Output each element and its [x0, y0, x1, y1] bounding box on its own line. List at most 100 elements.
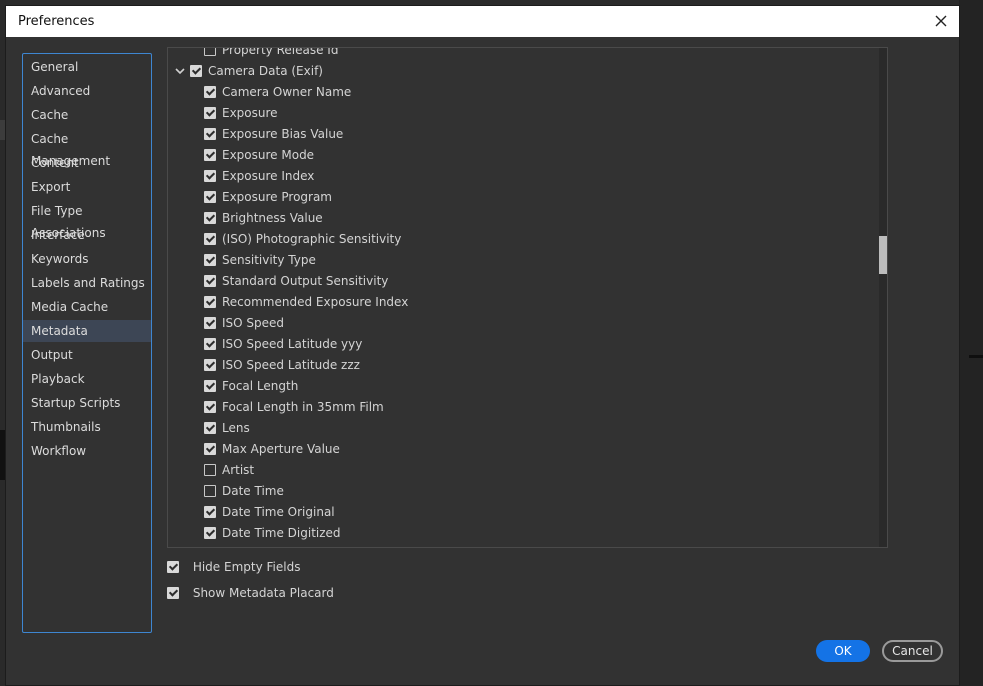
field-date-time-label: Date Time: [222, 484, 284, 498]
sidebar-item-thumbnails[interactable]: Thumbnails: [23, 416, 151, 438]
preferences-category-list: General Advanced Cache Cache Management Cont…: [22, 53, 152, 633]
field-date-time-original-label: Date Time Original: [222, 505, 335, 519]
scrollbar-track[interactable]: [879, 48, 887, 547]
field-exposure-mode[interactable]: Exposure Mode: [204, 145, 314, 166]
field-brightness-value[interactable]: Brightness Value: [204, 208, 323, 229]
hide-empty-fields-option[interactable]: Hide Empty Fields: [167, 557, 300, 577]
field-exposure-checkbox[interactable]: [204, 106, 216, 119]
field-date-time-digitized[interactable]: Date Time Digitized: [204, 523, 341, 544]
field-focal-length-checkbox[interactable]: [204, 379, 216, 392]
field-recommended-exposure-index-label: Recommended Exposure Index: [222, 295, 409, 309]
sidebar-item-media-cache[interactable]: Media Cache: [23, 296, 151, 318]
field-exposure-program-label: Exposure Program: [222, 190, 332, 204]
sidebar-item-playback[interactable]: Playback: [23, 368, 151, 390]
field-date-time-digitized-label: Date Time Digitized: [222, 526, 341, 540]
sidebar-item-output[interactable]: Output: [23, 344, 151, 366]
field-max-aperture-value-label: Max Aperture Value: [222, 442, 340, 456]
field-max-aperture-value[interactable]: Max Aperture Value: [204, 439, 340, 460]
close-icon: [935, 15, 947, 27]
field-sensitivity-type[interactable]: Sensitivity Type: [204, 250, 316, 271]
sidebar-item-advanced[interactable]: Advanced: [23, 80, 151, 102]
field-standard-output-sensitivity-checkbox[interactable]: [204, 274, 216, 287]
sidebar-item-export[interactable]: Export: [23, 176, 151, 198]
sidebar-item-general[interactable]: General: [23, 56, 151, 78]
close-button[interactable]: [931, 11, 951, 31]
field-max-aperture-value-checkbox[interactable]: [204, 442, 216, 455]
field-recommended-exposure-index[interactable]: Recommended Exposure Index: [204, 292, 408, 313]
field-iso-speed-latitude-yyy[interactable]: ISO Speed Latitude yyy: [204, 334, 362, 355]
field-camera-owner-name[interactable]: Camera Owner Name: [204, 82, 351, 103]
sidebar-item-labels-and-ratings[interactable]: Labels and Ratings: [23, 272, 151, 294]
ok-button[interactable]: OK: [816, 640, 870, 662]
field-exposure-program-checkbox[interactable]: [204, 190, 216, 203]
field-iso-speed-latitude-yyy-checkbox[interactable]: [204, 337, 216, 350]
field-exposure-bias-value-label: Exposure Bias Value: [222, 127, 344, 141]
field-exposure[interactable]: Exposure: [204, 103, 278, 124]
field-artist-label: Artist: [222, 463, 255, 477]
field-exposure-mode-label: Exposure Mode: [222, 148, 315, 162]
field-iso-photographic-sensitivity[interactable]: (ISO) Photographic Sensitivity: [204, 229, 401, 250]
field-exposure-mode-checkbox[interactable]: [204, 148, 216, 161]
field-iso-speed-checkbox[interactable]: [204, 316, 216, 329]
field-exposure-label: Exposure: [222, 106, 278, 120]
field-iso-photographic-sensitivity-checkbox[interactable]: [204, 232, 216, 245]
field-artist[interactable]: Artist: [204, 460, 254, 481]
field-property-release-id[interactable]: Property Release Id: [204, 47, 339, 61]
field-date-time[interactable]: Date Time: [204, 481, 284, 502]
group-camera-data-exif-label: Camera Data (Exif): [208, 64, 323, 78]
field-artist-checkbox[interactable]: [204, 463, 216, 476]
field-lens-checkbox[interactable]: [204, 421, 216, 434]
field-date-time-digitized-checkbox[interactable]: [204, 526, 216, 539]
sidebar-item-cache[interactable]: Cache: [23, 104, 151, 126]
scrollbar-thumb[interactable]: [879, 236, 887, 274]
field-property-release-id-checkbox[interactable]: [204, 48, 216, 56]
field-date-time-original-checkbox[interactable]: [204, 505, 216, 518]
field-brightness-value-label: Brightness Value: [222, 211, 323, 225]
field-iso-speed-latitude-yyy-label: ISO Speed Latitude yyy: [222, 337, 363, 351]
field-exposure-bias-value-checkbox[interactable]: [204, 127, 216, 140]
field-recommended-exposure-index-checkbox[interactable]: [204, 295, 216, 308]
field-date-time-original[interactable]: Date Time Original: [204, 502, 335, 523]
field-lens[interactable]: Lens: [204, 418, 250, 439]
field-iso-photographic-sensitivity-label: (ISO) Photographic Sensitivity: [222, 232, 402, 246]
field-standard-output-sensitivity-label: Standard Output Sensitivity: [222, 274, 389, 288]
field-focal-length-in-35mm-film-label: Focal Length in 35mm Film: [222, 400, 384, 414]
group-camera-data-exif[interactable]: Camera Data (Exif): [174, 61, 323, 82]
field-sensitivity-type-checkbox[interactable]: [204, 253, 216, 266]
hide-empty-fields-checkbox[interactable]: [167, 560, 179, 573]
field-iso-speed[interactable]: ISO Speed: [204, 313, 284, 334]
field-date-time-checkbox[interactable]: [204, 484, 216, 497]
field-exposure-bias-value[interactable]: Exposure Bias Value: [204, 124, 343, 145]
sidebar-item-cache-management[interactable]: Cache Management: [23, 128, 151, 168]
show-metadata-placard-label: Show Metadata Placard: [192, 586, 334, 600]
sidebar-item-file-type-associations[interactable]: File Type Associations: [23, 200, 151, 240]
background-app-right: [959, 0, 983, 686]
field-standard-output-sensitivity[interactable]: Standard Output Sensitivity: [204, 271, 388, 292]
group-camera-data-exif-checkbox[interactable]: [190, 64, 202, 77]
sidebar-item-interface[interactable]: Interface: [23, 224, 151, 246]
field-camera-owner-name-checkbox[interactable]: [204, 85, 216, 98]
sidebar-item-workflow[interactable]: Workflow: [23, 440, 151, 462]
sidebar-item-content[interactable]: Content: [23, 152, 151, 174]
field-focal-length[interactable]: Focal Length: [204, 376, 298, 397]
field-iso-speed-latitude-zzz[interactable]: ISO Speed Latitude zzz: [204, 355, 360, 376]
field-iso-speed-label: ISO Speed: [222, 316, 285, 330]
field-focal-length-in-35mm-film[interactable]: Focal Length in 35mm Film: [204, 397, 384, 418]
sidebar-item-keywords[interactable]: Keywords: [23, 248, 151, 270]
field-brightness-value-checkbox[interactable]: [204, 211, 216, 224]
cancel-button[interactable]: Cancel: [882, 640, 943, 662]
show-metadata-placard-checkbox[interactable]: [167, 586, 179, 599]
field-focal-length-in-35mm-film-checkbox[interactable]: [204, 400, 216, 413]
field-iso-speed-latitude-zzz-checkbox[interactable]: [204, 358, 216, 371]
field-iso-speed-latitude-zzz-label: ISO Speed Latitude zzz: [222, 358, 360, 372]
show-metadata-placard-option[interactable]: Show Metadata Placard: [167, 583, 334, 603]
sidebar-item-startup-scripts[interactable]: Startup Scripts: [23, 392, 151, 414]
field-camera-owner-name-label: Camera Owner Name: [222, 85, 352, 99]
field-exposure-index-checkbox[interactable]: [204, 169, 216, 182]
sidebar-item-metadata[interactable]: Metadata: [23, 320, 151, 342]
field-property-release-id-label: Property Release Id: [222, 47, 339, 57]
field-exposure-program[interactable]: Exposure Program: [204, 187, 332, 208]
chevron-down-icon[interactable]: [174, 65, 186, 77]
field-lens-label: Lens: [222, 421, 250, 435]
field-exposure-index[interactable]: Exposure Index: [204, 166, 314, 187]
